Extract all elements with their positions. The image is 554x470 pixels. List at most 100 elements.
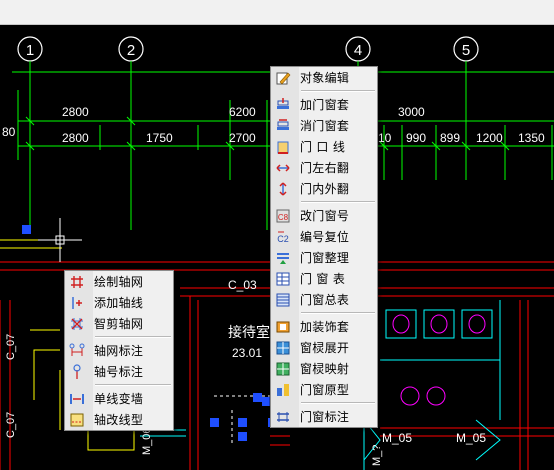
menu-item-object-edit[interactable]: 对象编辑	[271, 67, 377, 88]
axis-bubble-1: 1	[17, 36, 43, 62]
door-label: M_05	[456, 431, 486, 445]
menu-item-remove-frame[interactable]: 消门窗套	[271, 115, 377, 136]
menu-item-label: 轴改线型	[94, 413, 144, 427]
menu-item-flip-lr[interactable]: 门左右翻	[271, 157, 377, 178]
dim-text: 10	[378, 131, 392, 145]
dim-text: 899	[440, 131, 460, 145]
menu-item-flip-io[interactable]: 门内外翻	[271, 178, 377, 199]
menu-item-label: 消门窗套	[300, 119, 350, 133]
menu-item-line-to-wall[interactable]: 单线变墙	[65, 388, 173, 409]
draw-grid-icon	[69, 274, 85, 290]
menu-item-label: 智剪轴网	[94, 317, 144, 331]
object-edit-icon	[275, 70, 291, 86]
top-toolbar-strip	[0, 0, 554, 25]
menu-item-add-frame[interactable]: 加门窗套	[271, 94, 377, 115]
menu-item-label: 门 口 线	[300, 140, 346, 154]
add-axis-icon	[69, 295, 85, 311]
dim-text: 80	[2, 125, 16, 139]
menu-item-label: 添加轴线	[94, 296, 144, 310]
summary-table-icon	[275, 292, 291, 308]
reset-number-icon: C2	[275, 229, 291, 245]
dim-text: 1750	[146, 131, 173, 145]
decor-frame-icon	[275, 319, 291, 335]
remove-frame-icon	[275, 118, 291, 134]
trim-grid-icon	[69, 316, 85, 332]
door-label: M_05	[382, 431, 412, 445]
menu-item-decor-frame[interactable]: 加装饰套	[271, 316, 377, 337]
menu-item-label: 加装饰套	[300, 320, 350, 334]
annotate-icon	[275, 409, 291, 425]
dim-text: 1200	[476, 131, 503, 145]
menu-item-label: 窗棂映射	[300, 362, 350, 376]
dim-text: 3000	[398, 105, 425, 119]
door-label: M_?	[371, 445, 383, 466]
menu-item-reset-number[interactable]: C2 编号复位	[271, 226, 377, 247]
dim-text: 990	[406, 131, 426, 145]
dim-text: 2800	[62, 105, 89, 119]
menu-items-container: 绘制轴网添加轴线智剪轴网轴网标注轴号标注单线变墙轴改线型	[65, 271, 173, 430]
menu-item-lattice-expand[interactable]: 窗棂展开	[271, 337, 377, 358]
menu-item-door-line[interactable]: 门 口 线	[271, 136, 377, 157]
lattice-expand-icon	[275, 340, 291, 356]
menu-item-label: 加门窗套	[300, 98, 350, 112]
menu-item-label: 门窗总表	[300, 293, 350, 307]
lattice-map-icon	[275, 361, 291, 377]
menu-items-container: 对象编辑加门窗套消门窗套门 口 线门左右翻门内外翻 C8 改门窗号 C2 编号复位门窗整…	[271, 67, 377, 427]
axis-label-2: 2	[127, 42, 135, 59]
window-label: C_07	[5, 412, 17, 438]
menu-item-label: 轴号标注	[94, 365, 144, 379]
window-label: C_03	[228, 278, 257, 292]
menu-item-label: 门窗原型	[300, 383, 350, 397]
door-line-icon	[275, 139, 291, 155]
menu-separator	[301, 312, 375, 314]
menu-item-label: 窗棂展开	[300, 341, 350, 355]
menu-item-axis-linetype[interactable]: 轴改线型	[65, 409, 173, 430]
menu-item-label: 门内外翻	[300, 182, 350, 196]
menu-item-summary-table[interactable]: 门窗总表	[271, 289, 377, 310]
menu-item-lattice-map[interactable]: 窗棂映射	[271, 358, 377, 379]
window-label: C_07	[5, 334, 17, 360]
door-window-context-menu: 对象编辑加门窗套消门窗套门 口 线门左右翻门内外翻 C8 改门窗号 C2 编号复位门窗整…	[270, 66, 378, 428]
menu-item-prototype[interactable]: 门窗原型	[271, 379, 377, 400]
axis-number-icon	[69, 363, 85, 380]
dim-text: 2800	[62, 131, 89, 145]
menu-item-annotate[interactable]: 门窗标注	[271, 406, 377, 427]
door-label: M_06	[141, 427, 153, 455]
menu-item-add-axis[interactable]: 添加轴线	[65, 292, 173, 313]
axis-grid-context-menu: 绘制轴网添加轴线智剪轴网轴网标注轴号标注单线变墙轴改线型	[64, 270, 174, 431]
menu-item-table[interactable]: 门 窗 表	[271, 268, 377, 289]
menu-item-label: 单线变墙	[94, 392, 144, 406]
menu-separator	[301, 402, 375, 404]
organize-icon	[275, 250, 291, 266]
svg-text:C8: C8	[278, 213, 289, 222]
menu-item-label: 改门窗号	[300, 209, 350, 223]
dim-text: 1350	[518, 131, 545, 145]
axis-label-5: 5	[462, 42, 470, 59]
menu-item-organize[interactable]: 门窗整理	[271, 247, 377, 268]
menu-item-rename[interactable]: C8 改门窗号	[271, 205, 377, 226]
flip-io-icon	[275, 181, 291, 197]
table-icon	[275, 271, 291, 287]
menu-separator	[301, 90, 375, 92]
menu-item-label: 门窗整理	[300, 251, 350, 265]
menu-separator	[95, 384, 171, 386]
crosshair-cursor	[38, 218, 82, 262]
dim-text: 6200	[229, 105, 256, 119]
menu-item-label: 轴网标注	[94, 344, 144, 358]
prototype-icon	[275, 382, 291, 398]
grid-annotate-icon	[69, 343, 85, 359]
menu-item-grid-annotate[interactable]: 轴网标注	[65, 340, 173, 361]
menu-item-label: 对象编辑	[300, 71, 350, 85]
menu-item-axis-number[interactable]: 轴号标注	[65, 361, 173, 382]
axis-bubble-2: 2	[118, 36, 144, 62]
axis-label-4: 4	[354, 42, 362, 59]
room-area: 23.01	[232, 346, 262, 360]
axis-linetype-icon	[69, 412, 85, 428]
menu-item-trim-grid[interactable]: 智剪轴网	[65, 313, 173, 334]
dim-text: 2700	[229, 131, 256, 145]
menu-item-label: 门 窗 表	[300, 272, 346, 286]
menu-item-draw-grid[interactable]: 绘制轴网	[65, 271, 173, 292]
axis-bubble-4: 4	[345, 36, 371, 62]
axis-bubble-5: 5	[453, 36, 479, 62]
axis-label-1: 1	[26, 42, 34, 59]
